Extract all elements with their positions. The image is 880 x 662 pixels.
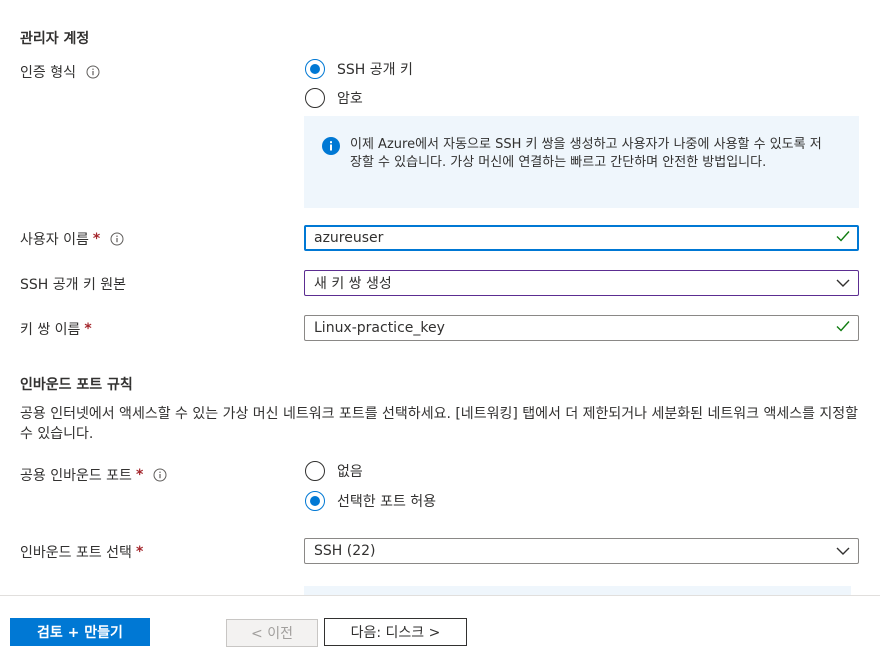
keypair-input[interactable]: Linux-practice_key — [304, 315, 859, 341]
port-option-allow-label: 선택한 포트 허용 — [337, 494, 437, 510]
public-ports-label: 공용 인바운드 포트 — [20, 468, 132, 484]
info-icon[interactable] — [153, 468, 167, 482]
username-label-row: 사용자 이름 * — [20, 229, 124, 249]
ssh-source-label-row: SSH 공개 키 원본 — [20, 274, 126, 294]
required-marker: * — [135, 544, 144, 560]
select-ports-label-row: 인바운드 포트 선택 * — [20, 542, 143, 562]
required-marker: * — [135, 467, 144, 483]
info-filled-icon — [322, 137, 340, 161]
keypair-value: Linux-practice_key — [314, 320, 445, 336]
public-ports-label-row: 공용 인바운드 포트 * — [20, 465, 167, 485]
username-label: 사용자 이름 — [20, 232, 89, 248]
radio-none[interactable] — [305, 461, 325, 481]
auth-type-label: 인증 형식 — [20, 65, 76, 81]
next-disks-button[interactable]: 다음: 디스크 > — [324, 618, 467, 646]
radio-password[interactable] — [305, 88, 325, 108]
required-marker: * — [92, 231, 101, 247]
username-value: azureuser — [314, 230, 384, 246]
checkmark-icon — [836, 230, 850, 246]
auth-option-password[interactable]: 암호 — [305, 88, 363, 108]
ssh-source-value: 새 키 쌍 생성 — [314, 276, 392, 292]
review-create-button[interactable]: 검토 + 만들기 — [10, 618, 150, 646]
ssh-source-dropdown[interactable]: 새 키 쌍 생성 — [304, 270, 859, 296]
select-ports-dropdown[interactable]: SSH (22) — [304, 538, 859, 564]
radio-allow-selected[interactable] — [305, 491, 325, 511]
auth-type-label-row: 인증 형식 — [20, 62, 100, 82]
chevron-down-icon — [836, 543, 850, 559]
previous-button[interactable]: < 이전 — [226, 619, 318, 647]
keypair-label: 키 쌍 이름 — [20, 322, 81, 338]
footer-divider — [0, 595, 880, 596]
auth-option-password-label: 암호 — [337, 91, 363, 107]
username-input[interactable]: azureuser — [304, 225, 859, 251]
auth-option-ssh[interactable]: SSH 공개 키 — [305, 59, 413, 79]
admin-section-title: 관리자 계정 — [20, 31, 90, 47]
checkmark-icon — [836, 320, 850, 336]
chevron-down-icon — [836, 275, 850, 291]
radio-ssh-selected[interactable] — [305, 59, 325, 79]
auth-option-ssh-label: SSH 공개 키 — [337, 62, 413, 78]
inbound-section-description: 공용 인터넷에서 액세스할 수 있는 가상 머신 네트워크 포트를 선택하세요.… — [20, 406, 859, 442]
keypair-label-row: 키 쌍 이름 * — [20, 319, 92, 339]
select-ports-label: 인바운드 포트 선택 — [20, 545, 132, 561]
ssh-info-message: 이제 Azure에서 자동으로 SSH 키 쌍을 생성하고 사용자가 나중에 사… — [304, 116, 859, 208]
port-option-none-label: 없음 — [337, 464, 363, 480]
port-option-none[interactable]: 없음 — [305, 461, 363, 481]
info-icon[interactable] — [86, 65, 100, 79]
info-icon[interactable] — [110, 232, 124, 246]
required-marker: * — [84, 321, 92, 337]
inbound-section-title: 인바운드 포트 규칙 — [20, 377, 133, 393]
port-option-allow-selected[interactable]: 선택한 포트 허용 — [305, 491, 436, 511]
ssh-source-label: SSH 공개 키 원본 — [20, 277, 127, 293]
partial-info-message — [304, 586, 851, 595]
select-ports-value: SSH (22) — [314, 543, 376, 559]
info-message-text: 이제 Azure에서 자동으로 SSH 키 쌍을 생성하고 사용자가 나중에 사… — [350, 137, 822, 170]
